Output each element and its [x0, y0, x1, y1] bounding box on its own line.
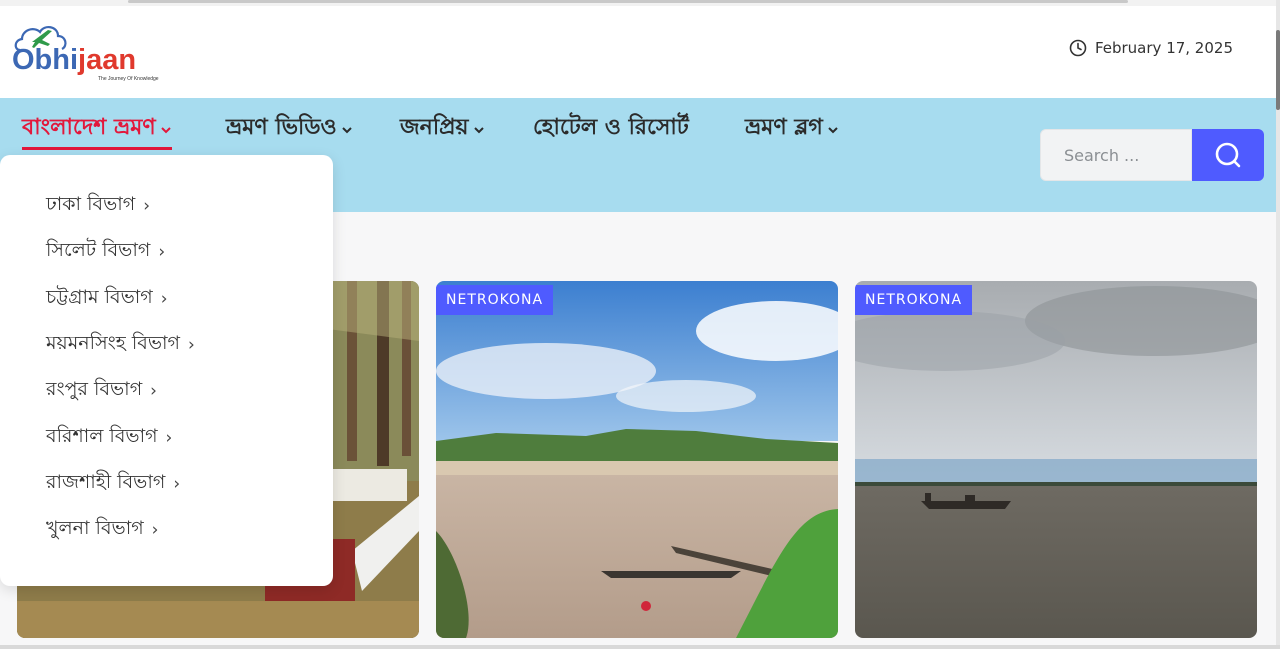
search-input[interactable]	[1041, 130, 1191, 180]
nav-item-label: বাংলাদেশ ভ্রমণ	[22, 114, 156, 140]
logo-wordmark: Obhijaan	[12, 44, 137, 76]
dropdown-item-rajshahi[interactable]: রাজশাহী বিভাগ ›	[46, 469, 180, 499]
logo-tagline: The Journey Of Knowledge	[98, 76, 159, 82]
bangladesh-travel-dropdown: ঢাকা বিভাগ › সিলেট বিভাগ › চট্টগ্রাম বিভাগ…	[0, 155, 333, 586]
chevron-right-icon: ›	[187, 335, 195, 355]
post-image	[436, 281, 838, 638]
nav-item-label: ভ্রমণ ভিডিও	[226, 114, 337, 140]
nav-item-travel-blog[interactable]: ভ্রমণ ব্লগ	[745, 108, 839, 148]
bottom-strip	[0, 645, 1280, 649]
chevron-right-icon: ›	[151, 520, 159, 540]
post-image	[855, 281, 1257, 638]
dropdown-item-mymensingh[interactable]: ময়মনসিংহ বিভাগ ›	[46, 330, 195, 360]
scrollbar-thumb[interactable]	[1276, 30, 1280, 110]
dropdown-item-chattogram[interactable]: চট্টগ্রাম বিভাগ ›	[46, 284, 168, 314]
chevron-right-icon: ›	[165, 428, 173, 448]
dropdown-item-sylhet[interactable]: সিলেট বিভাগ ›	[46, 237, 165, 267]
category-badge[interactable]: NETROKONA	[855, 285, 973, 315]
nav-item-label: হোটেল ও রিসোর্ট	[533, 114, 689, 140]
browser-bar	[128, 0, 1128, 3]
search-icon	[1215, 142, 1241, 168]
chevron-right-icon: ›	[143, 196, 151, 216]
search-field	[1040, 129, 1192, 181]
post-card[interactable]: NETROKONA	[855, 281, 1257, 638]
dropdown-item-khulna[interactable]: খুলনা বিভাগ ›	[46, 515, 158, 545]
nav-item-bangladesh-travel[interactable]: বাংলাদেশ ভ্রমণ	[22, 108, 172, 150]
nav-item-travel-video[interactable]: ভ্রমণ ভিডিও	[226, 108, 353, 148]
dropdown-item-dhaka[interactable]: ঢাকা বিভাগ ›	[46, 191, 150, 221]
dropdown-item-rangpur[interactable]: রংপুর বিভাগ ›	[46, 376, 157, 406]
search-button[interactable]	[1192, 129, 1264, 181]
chevron-right-icon: ›	[160, 289, 168, 309]
category-badge[interactable]: NETROKONA	[436, 285, 554, 315]
date-text: February 17, 2025	[1094, 39, 1233, 57]
site-logo[interactable]: Obhijaan The Journey Of Knowledge	[12, 20, 182, 90]
post-card[interactable]: NETROKONA	[436, 281, 838, 638]
nav-item-popular[interactable]: জনপ্রিয়	[400, 108, 485, 148]
chevron-down-icon	[473, 127, 484, 134]
current-date: February 17, 2025	[1069, 39, 1233, 57]
chevron-right-icon: ›	[150, 381, 157, 401]
chevron-down-icon	[160, 127, 171, 134]
nav-item-hotel-resort[interactable]: হোটেল ও রিসোর্ট	[533, 108, 689, 148]
chevron-down-icon	[342, 127, 352, 134]
chevron-down-icon	[828, 127, 838, 134]
nav-item-label: ভ্রমণ ব্লগ	[745, 114, 823, 140]
nav-item-label: জনপ্রিয়	[400, 114, 469, 140]
chevron-right-icon: ›	[173, 474, 181, 494]
dropdown-item-barishal[interactable]: বরিশাল বিভাগ ›	[46, 423, 172, 453]
clock-icon	[1069, 39, 1087, 57]
site-header: Obhijaan The Journey Of Knowledge Februa…	[0, 6, 1276, 98]
chevron-right-icon: ›	[158, 242, 166, 262]
